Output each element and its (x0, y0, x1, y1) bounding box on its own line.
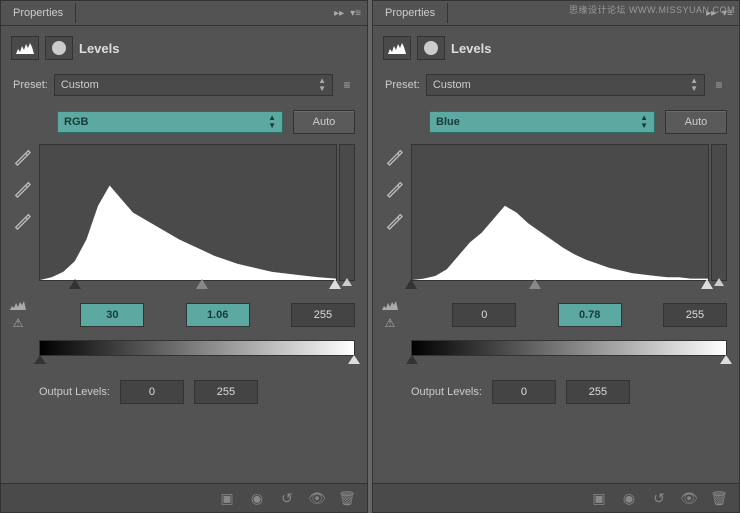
gray-point-eyedropper-icon[interactable] (385, 180, 403, 198)
output-gradient-slider[interactable] (411, 340, 727, 356)
warning-icon[interactable]: ⚠ (13, 316, 24, 330)
preset-label: Preset: (385, 79, 420, 91)
panel-footer: ▣ ◉ ↺ 👁 🗑 (373, 483, 739, 512)
histogram-chart (411, 144, 709, 281)
levels-adjustment-icon[interactable] (11, 36, 39, 60)
output-gradient-slider[interactable] (39, 340, 355, 356)
panel-title: Levels (451, 41, 491, 56)
midtones-slider-icon[interactable] (529, 279, 541, 289)
panel-menu-icon[interactable]: ▾≡ (350, 8, 361, 19)
clip-to-layer-icon[interactable]: ▣ (217, 488, 237, 508)
shadows-slider-icon[interactable] (69, 279, 81, 289)
output-levels-label: Output Levels: (39, 386, 110, 398)
output-white-input[interactable]: 255 (194, 380, 258, 404)
properties-tab[interactable]: Properties (1, 3, 76, 23)
dropdown-arrows-icon: ▲▼ (640, 114, 648, 130)
trash-icon[interactable]: 🗑 (337, 488, 357, 508)
shadows-input[interactable]: 0 (452, 303, 516, 327)
output-black-input[interactable]: 0 (120, 380, 184, 404)
levels-small-icon (9, 299, 27, 314)
midtones-input[interactable]: 0.78 (558, 303, 622, 327)
layer-mask-icon[interactable] (45, 36, 73, 60)
auto-button[interactable]: Auto (293, 110, 355, 134)
trash-icon[interactable]: 🗑 (709, 488, 729, 508)
highlights-input[interactable]: 255 (291, 303, 355, 327)
view-previous-icon[interactable]: ◉ (619, 488, 639, 508)
preset-label: Preset: (13, 79, 48, 91)
collapse-icon[interactable]: ▸▸ (334, 8, 344, 19)
panel-titlebar: Properties ▸▸ ▾≡ (1, 1, 367, 26)
preset-dropdown[interactable]: Custom ▲▼ (426, 74, 705, 96)
shadows-slider-icon[interactable] (405, 279, 417, 289)
vertical-range-slider[interactable] (711, 144, 727, 281)
warning-icon[interactable]: ⚠ (385, 316, 396, 330)
dropdown-arrows-icon: ▲▼ (268, 114, 276, 130)
output-levels-label: Output Levels: (411, 386, 482, 398)
preset-menu-icon[interactable]: ≡ (339, 77, 355, 93)
black-point-eyedropper-icon[interactable] (385, 148, 403, 166)
white-point-eyedropper-icon[interactable] (385, 212, 403, 230)
histogram-chart (39, 144, 337, 281)
levels-small-icon (381, 299, 399, 314)
reset-icon[interactable]: ↺ (649, 488, 669, 508)
auto-button[interactable]: Auto (665, 110, 727, 134)
properties-panel-right: 思缘设计论坛 WWW.MISSYUAN.COM Properties ▸▸ ▾≡… (372, 0, 740, 513)
clip-to-layer-icon[interactable]: ▣ (589, 488, 609, 508)
dropdown-arrows-icon: ▲▼ (690, 77, 698, 93)
dropdown-arrows-icon: ▲▼ (318, 77, 326, 93)
preset-dropdown[interactable]: Custom ▲▼ (54, 74, 333, 96)
preset-menu-icon[interactable]: ≡ (711, 77, 727, 93)
black-point-eyedropper-icon[interactable] (13, 148, 31, 166)
reset-icon[interactable]: ↺ (277, 488, 297, 508)
levels-adjustment-icon[interactable] (383, 36, 411, 60)
white-point-eyedropper-icon[interactable] (13, 212, 31, 230)
highlights-input[interactable]: 255 (663, 303, 727, 327)
output-black-input[interactable]: 0 (492, 380, 556, 404)
properties-panel-left: Properties ▸▸ ▾≡ Levels Preset: Custom ▲… (0, 0, 368, 513)
watermark-text: 思缘设计论坛 WWW.MISSYUAN.COM (569, 3, 735, 16)
toggle-visibility-icon[interactable]: 👁 (307, 488, 327, 508)
panel-footer: ▣ ◉ ↺ 👁 🗑 (1, 483, 367, 512)
output-white-input[interactable]: 255 (566, 380, 630, 404)
input-slider-track[interactable] (411, 279, 707, 291)
midtones-input[interactable]: 1.06 (186, 303, 250, 327)
midtones-slider-icon[interactable] (196, 279, 208, 289)
panel-title: Levels (79, 41, 119, 56)
gray-point-eyedropper-icon[interactable] (13, 180, 31, 198)
channel-dropdown[interactable]: RGB ▲▼ (57, 111, 283, 133)
shadows-input[interactable]: 30 (80, 303, 144, 327)
channel-dropdown[interactable]: Blue ▲▼ (429, 111, 655, 133)
toggle-visibility-icon[interactable]: 👁 (679, 488, 699, 508)
input-slider-track[interactable] (39, 279, 335, 291)
view-previous-icon[interactable]: ◉ (247, 488, 267, 508)
layer-mask-icon[interactable] (417, 36, 445, 60)
properties-tab[interactable]: Properties (373, 3, 448, 23)
vertical-range-slider[interactable] (339, 144, 355, 281)
